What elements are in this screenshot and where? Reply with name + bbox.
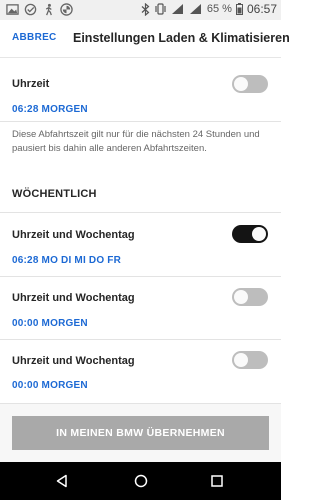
weekly-timer-3-toggle[interactable] xyxy=(232,351,268,369)
bottom-action-area: IN MEINEN BMW ÜBERNEHMEN xyxy=(0,404,281,462)
bluetooth-icon xyxy=(141,2,150,16)
divider xyxy=(0,121,281,122)
signal-icon xyxy=(189,4,201,14)
back-icon[interactable] xyxy=(55,474,69,488)
weekly-timer-3-value[interactable]: 00:00 MORGEN xyxy=(12,380,88,391)
battery-percent: 65 % xyxy=(206,3,232,15)
home-icon[interactable] xyxy=(134,474,148,488)
departure-note: Diese Abfahrtszeit gilt nur für die näch… xyxy=(12,129,260,154)
divider xyxy=(0,339,281,340)
clock: 06:57 xyxy=(246,2,277,16)
app-bar: ABBRECHEN Einstellungen Laden & Klimatis… xyxy=(0,20,290,58)
section-title-weekly: WÖCHENTLICH xyxy=(12,188,97,200)
toggle-knob xyxy=(234,353,248,367)
vibrate-icon xyxy=(155,3,166,15)
weekly-timer-2-value[interactable]: 00:00 MORGEN xyxy=(12,318,88,329)
battery-icon xyxy=(235,3,243,15)
departure-time-label: Uhrzeit xyxy=(12,78,50,90)
divider xyxy=(0,212,281,213)
toggle-knob xyxy=(234,290,248,304)
notification-icons xyxy=(6,3,73,16)
weekly-timer-1-value[interactable]: 06:28 MO DI MI DO FR xyxy=(12,255,121,266)
weekly-timer-2-label: Uhrzeit und Wochentag xyxy=(12,292,135,304)
check-circle-icon xyxy=(24,3,37,16)
weekly-timer-2-toggle[interactable] xyxy=(232,288,268,306)
status-bar: 65 % 06:57 xyxy=(0,0,281,20)
toggle-knob xyxy=(234,77,248,91)
apply-to-bmw-button[interactable]: IN MEINEN BMW ÜBERNEHMEN xyxy=(12,416,269,450)
cancel-button[interactable]: ABBRECHEN xyxy=(12,32,56,43)
bmw-logo-icon xyxy=(60,3,73,16)
signal-lte-icon xyxy=(171,4,183,14)
system-icons: 65 % 06:57 xyxy=(141,2,277,16)
weekly-timer-3-label: Uhrzeit und Wochentag xyxy=(12,355,135,367)
image-icon xyxy=(6,4,19,15)
weekly-timer-1-label: Uhrzeit und Wochentag xyxy=(12,229,135,241)
toggle-knob xyxy=(252,227,266,241)
divider xyxy=(0,276,281,277)
departure-time-value[interactable]: 06:28 MORGEN xyxy=(12,104,88,115)
departure-time-toggle[interactable] xyxy=(232,75,268,93)
page-title: Einstellungen Laden & Klimatisieren xyxy=(73,31,290,45)
recents-icon[interactable] xyxy=(210,474,224,488)
runner-icon xyxy=(45,3,52,16)
weekly-timer-1-toggle[interactable] xyxy=(232,225,268,243)
navigation-bar xyxy=(0,462,281,500)
